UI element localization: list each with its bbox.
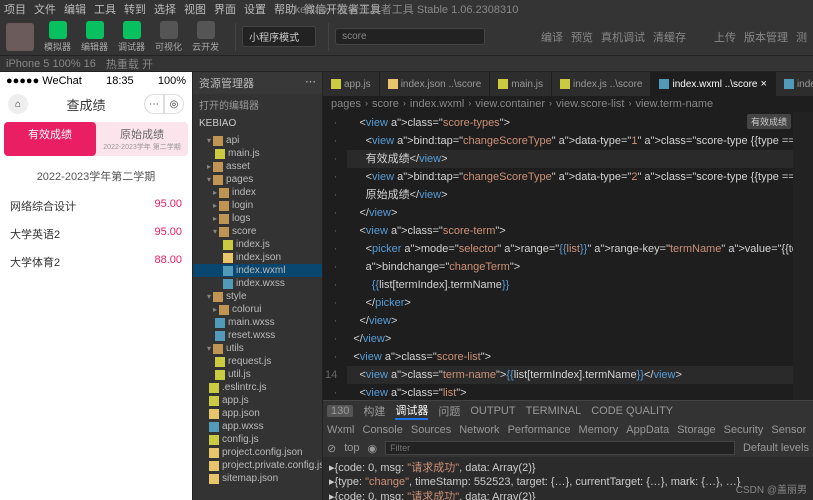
watermark: CSDN @盖丽男 bbox=[736, 481, 807, 496]
score-tabs: 有效成绩 原始成绩2022-2023学年 第二学期 bbox=[4, 122, 188, 156]
tree-item[interactable]: project.private.config.json bbox=[193, 459, 322, 472]
sim-header: iPhone 5 100% 16 热重载 开 bbox=[0, 56, 813, 72]
minimap-tag: 有效成绩 bbox=[747, 114, 791, 129]
simulator-button[interactable]: 模拟器 bbox=[44, 21, 71, 53]
tree-item[interactable]: ▸asset bbox=[193, 160, 322, 173]
window-title: kebiao - 微信开发者工具 Stable 1.06.2308310 bbox=[295, 1, 519, 17]
tree-item[interactable]: sitemap.json bbox=[193, 472, 322, 485]
tree-item[interactable]: ▾style bbox=[193, 290, 322, 303]
tree-item[interactable]: ▾pages bbox=[193, 173, 322, 186]
tree-item[interactable]: index.json bbox=[193, 251, 322, 264]
editor-tab[interactable]: index.wxml ..\score × bbox=[651, 72, 775, 96]
list-item: 大学体育288.00 bbox=[0, 248, 192, 276]
tree-item[interactable]: index.wxml bbox=[193, 264, 322, 277]
tree-item[interactable]: app.js bbox=[193, 394, 322, 407]
code-area[interactable]: ··············14·· <view a">class="score… bbox=[323, 112, 813, 400]
tree-item[interactable]: main.wxss bbox=[193, 316, 322, 329]
simulator-panel: ●●●●● WeChat18:35100% ⌂ 查成绩 ⋯◎ 有效成绩 原始成绩… bbox=[0, 72, 193, 500]
clear-icon[interactable]: ⊘ bbox=[327, 442, 336, 455]
score-list: 网络综合设计95.00 大学英语295.00 大学体育288.00 bbox=[0, 192, 192, 276]
tree-item[interactable]: util.js bbox=[193, 368, 322, 381]
term-picker[interactable]: 2022-2023学年第二学期 bbox=[0, 160, 192, 192]
tab-original[interactable]: 原始成绩2022-2023学年 第二学期 bbox=[96, 122, 188, 156]
cloud-button[interactable]: 云开发 bbox=[192, 21, 219, 53]
toolbar: 模拟器 编辑器 调试器 可视化 云开发 小程序模式 score 编译 预览 真机… bbox=[0, 18, 813, 56]
tree-item[interactable]: reset.wxss bbox=[193, 329, 322, 342]
tree-item[interactable]: request.js bbox=[193, 355, 322, 368]
editor-tab[interactable]: index.js ..\score bbox=[552, 72, 651, 96]
tree-item[interactable]: app.json bbox=[193, 407, 322, 420]
debugger-button[interactable]: 调试器 bbox=[118, 21, 145, 53]
tree-item[interactable]: .eslintrc.js bbox=[193, 381, 322, 394]
file-tree: ▾apimain.js▸asset▾pages▸index▸login▸logs… bbox=[193, 132, 322, 487]
more-icon[interactable]: ⋯ bbox=[305, 75, 316, 91]
editor-button[interactable]: 编辑器 bbox=[81, 21, 108, 53]
mode-dropdown[interactable]: 小程序模式 bbox=[242, 26, 316, 47]
tree-item[interactable]: app.wxss bbox=[193, 420, 322, 433]
tree-item[interactable]: ▸login bbox=[193, 199, 322, 212]
editor-tab[interactable]: index.wxs bbox=[776, 72, 813, 96]
tree-item[interactable]: index.js bbox=[193, 238, 322, 251]
page-title: 查成绩 bbox=[66, 95, 105, 114]
tree-item[interactable]: main.js bbox=[193, 147, 322, 160]
devtools-subtabs: WxmlConsoleSourcesNetworkPerformanceMemo… bbox=[323, 421, 813, 439]
code-editor: app.jsindex.json ..\scoremain.jsindex.js… bbox=[323, 72, 813, 500]
tree-item[interactable]: ▾api bbox=[193, 134, 322, 147]
devtools-tabs: 130构建调试器问题OUTPUTTERMINALCODE QUALITY bbox=[323, 401, 813, 421]
phone-preview: ●●●●● WeChat18:35100% ⌂ 查成绩 ⋯◎ 有效成绩 原始成绩… bbox=[0, 72, 192, 500]
tree-item[interactable]: ▸index bbox=[193, 186, 322, 199]
file-explorer: 资源管理器⋯ 打开的编辑器 KEBIAO ▾apimain.js▸asset▾p… bbox=[193, 72, 323, 500]
home-icon[interactable]: ⌂ bbox=[8, 94, 28, 114]
search-input[interactable]: score bbox=[335, 28, 485, 45]
menubar: 项目文件编辑工具转到选择视图界面设置帮助微信开发者工具 kebiao - 微信开… bbox=[0, 0, 813, 18]
minimap[interactable] bbox=[793, 112, 813, 400]
tree-item[interactable]: config.js bbox=[193, 433, 322, 446]
editor-tab[interactable]: app.js bbox=[323, 72, 380, 96]
tab-effective[interactable]: 有效成绩 bbox=[4, 122, 96, 156]
breadcrumb[interactable]: pages › score › index.wxml › view.contai… bbox=[323, 96, 813, 112]
tree-item[interactable]: ▾score bbox=[193, 225, 322, 238]
tree-item[interactable]: ▸colorui bbox=[193, 303, 322, 316]
filter-input[interactable] bbox=[385, 441, 735, 455]
close-icon: × bbox=[761, 78, 767, 90]
list-item: 大学英语295.00 bbox=[0, 220, 192, 248]
list-item: 网络综合设计95.00 bbox=[0, 192, 192, 220]
tree-item[interactable]: ▾utils bbox=[193, 342, 322, 355]
tree-item[interactable]: ▸logs bbox=[193, 212, 322, 225]
tree-item[interactable]: index.wxss bbox=[193, 277, 322, 290]
editor-tabs: app.jsindex.json ..\scoremain.jsindex.js… bbox=[323, 72, 813, 96]
editor-tab[interactable]: main.js bbox=[490, 72, 552, 96]
editor-tab[interactable]: index.json ..\score bbox=[380, 72, 491, 96]
target-icon[interactable]: ◎ bbox=[164, 94, 184, 114]
tree-item[interactable]: project.config.json bbox=[193, 446, 322, 459]
toolbar-mid: 编译 预览 真机调试 清缓存 上传 版本管理 测 bbox=[541, 29, 807, 45]
avatar[interactable] bbox=[6, 23, 34, 51]
more-icon[interactable]: ⋯ bbox=[144, 94, 164, 114]
visual-button[interactable]: 可视化 bbox=[155, 21, 182, 53]
